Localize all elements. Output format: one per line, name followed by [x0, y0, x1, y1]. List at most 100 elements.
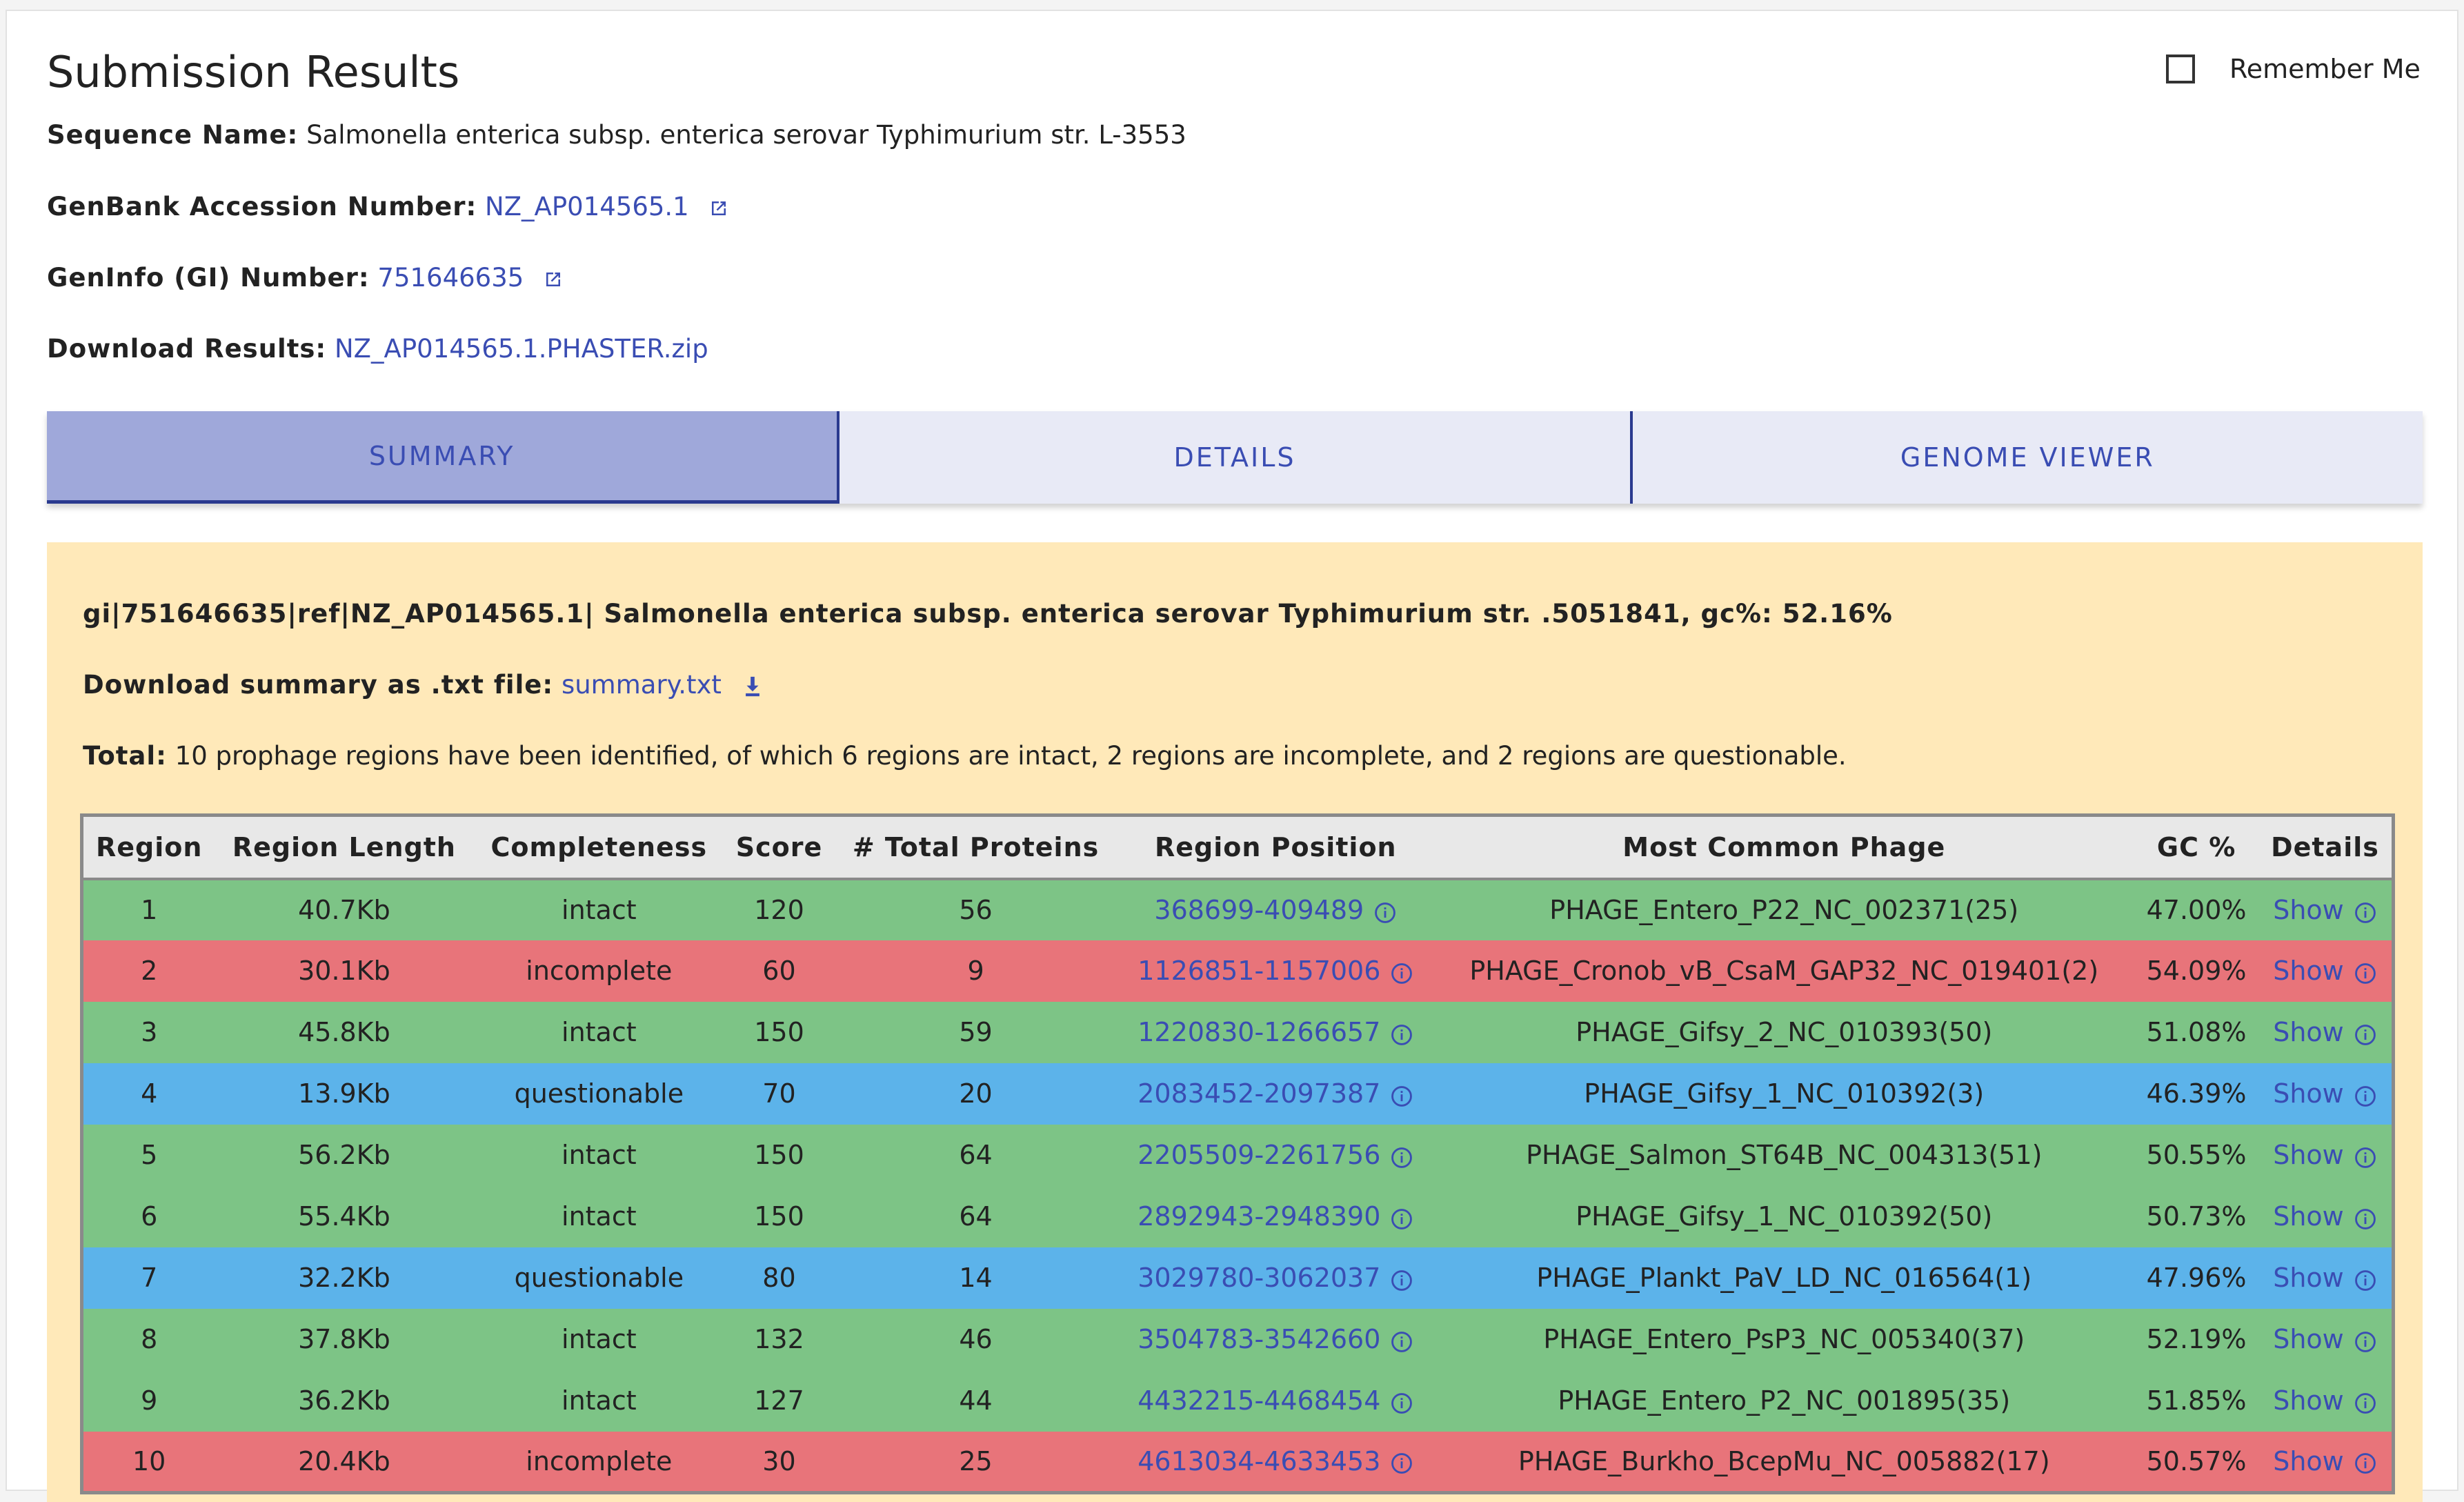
table-row: 8 37.8Kb intact 132 46 3504783-3542660 PHAGE_E… — [81, 1308, 2394, 1370]
col-most-common-phage[interactable]: Most Common Phage — [1433, 815, 2135, 880]
show-details-link[interactable]: Show — [2273, 1078, 2344, 1109]
col-completeness[interactable]: Completeness — [473, 815, 725, 880]
show-details-link[interactable]: Show — [2273, 1201, 2344, 1232]
col-region-length[interactable]: Region Length — [215, 815, 474, 880]
region-position-cell[interactable]: 368699-409489 — [1117, 879, 1433, 940]
show-details-link[interactable]: Show — [2273, 1017, 2344, 1047]
download-icon[interactable] — [742, 675, 763, 698]
show-details-link[interactable]: Show — [2273, 895, 2344, 925]
region-position-cell[interactable]: 2205509-2261756 — [1117, 1125, 1433, 1186]
region-position-cell[interactable]: 3029780-3062037 — [1117, 1247, 1433, 1309]
region-position-link[interactable]: 3029780-3062037 — [1137, 1263, 1380, 1293]
gi-link[interactable]: 751646635 — [377, 263, 524, 293]
info-circle-icon[interactable] — [1390, 1084, 1413, 1107]
info-circle-icon[interactable] — [1390, 1391, 1413, 1414]
info-circle-icon[interactable] — [2354, 1022, 2377, 1046]
gc-cell: 50.57% — [2146, 1445, 2247, 1476]
region-position-link[interactable]: 4613034-4633453 — [1137, 1446, 1380, 1476]
col-region-position[interactable]: Region Position — [1117, 815, 1434, 880]
summary-download-link[interactable]: summary.txt — [562, 670, 722, 700]
col-region[interactable]: Region — [81, 815, 215, 880]
summary-total-row: Total: 10 prophage regions have been ide… — [83, 741, 1847, 771]
tab-details[interactable]: DETAILS — [839, 411, 1633, 504]
region-position-link[interactable]: 368699-409489 — [1154, 895, 1364, 925]
details-cell[interactable]: Show — [2258, 1186, 2394, 1247]
remember-me[interactable]: Remember Me — [2166, 54, 2421, 84]
score-cell: 30 — [762, 1445, 796, 1476]
region-position-link[interactable]: 2083452-2097387 — [1137, 1078, 1380, 1109]
region-position-cell[interactable]: 4432215-4468454 — [1117, 1370, 1433, 1432]
info-circle-icon[interactable] — [2354, 1451, 2377, 1474]
col-gc[interactable]: GC % — [2134, 815, 2258, 880]
info-circle-icon[interactable] — [1390, 1145, 1413, 1169]
details-cell[interactable]: Show — [2258, 940, 2394, 1002]
region-position-link[interactable]: 4432215-4468454 — [1137, 1385, 1380, 1416]
info-circle-icon[interactable] — [1390, 1022, 1413, 1046]
sequence-name-label: Sequence Name: — [47, 120, 299, 150]
col-total-proteins[interactable]: # Total Proteins — [833, 815, 1118, 880]
details-cell[interactable]: Show — [2258, 1309, 2394, 1370]
info-circle-icon[interactable] — [1373, 900, 1397, 924]
region-position-cell[interactable]: 1220830-1266657 — [1117, 1002, 1433, 1063]
info-circle-icon[interactable] — [2354, 900, 2377, 924]
tab-genome-viewer[interactable]: GENOME VIEWER — [1632, 411, 2423, 504]
details-cell[interactable]: Show — [2258, 1125, 2394, 1186]
info-circle-icon[interactable] — [2354, 1391, 2377, 1414]
info-circle-icon[interactable] — [2354, 1084, 2377, 1107]
info-circle-icon[interactable] — [1390, 961, 1413, 985]
show-details-link[interactable]: Show — [2273, 1385, 2344, 1416]
completeness-cell: intact — [562, 1140, 637, 1170]
region-position-cell[interactable]: 1126851-1157006 — [1117, 940, 1433, 1002]
gi-label: GenInfo (GI) Number: — [47, 263, 370, 293]
region-position-cell[interactable]: 3504783-3542660 — [1117, 1309, 1433, 1370]
completeness-cell: incomplete — [526, 956, 673, 986]
details-cell[interactable]: Show — [2258, 879, 2394, 940]
info-circle-icon[interactable] — [2354, 1330, 2377, 1353]
download-results-link[interactable]: NZ_AP014565.1.PHASTER.zip — [335, 334, 708, 364]
region-cell: 9 — [141, 1385, 158, 1416]
info-circle-icon[interactable] — [2354, 1268, 2377, 1292]
phage-cell: PHAGE_Gifsy_2_NC_010393(50) — [1576, 1017, 1993, 1047]
show-details-link[interactable]: Show — [2273, 956, 2344, 986]
tab-summary[interactable]: SUMMARY — [47, 411, 840, 504]
region-position-cell[interactable]: 2083452-2097387 — [1117, 1063, 1433, 1125]
region-position-link[interactable]: 2205509-2261756 — [1137, 1140, 1380, 1170]
info-circle-icon[interactable] — [1390, 1268, 1413, 1292]
info-circle-icon[interactable] — [1390, 1207, 1413, 1230]
remember-me-checkbox[interactable] — [2166, 55, 2195, 83]
download-results-label: Download Results: — [47, 334, 327, 364]
details-cell[interactable]: Show — [2258, 1247, 2394, 1309]
external-link-icon[interactable] — [708, 198, 729, 219]
info-circle-icon[interactable] — [2354, 961, 2377, 985]
col-details[interactable]: Details — [2258, 815, 2394, 880]
region-position-link[interactable]: 2892943-2948390 — [1137, 1201, 1380, 1232]
results-card: Submission Results Remember Me Sequence … — [6, 10, 2458, 1502]
proteins-cell: 64 — [959, 1140, 993, 1170]
region-position-link[interactable]: 1220830-1266657 — [1137, 1017, 1380, 1047]
show-details-link[interactable]: Show — [2273, 1324, 2344, 1354]
details-cell[interactable]: Show — [2258, 1432, 2394, 1493]
external-link-icon[interactable] — [543, 269, 564, 290]
region-position-cell[interactable]: 4613034-4633453 — [1117, 1432, 1433, 1493]
sequence-name-value: Salmonella enterica subsp. enterica sero… — [306, 120, 1186, 150]
proteins-cell: 20 — [959, 1078, 993, 1109]
completeness-cell: intact — [562, 1385, 637, 1416]
info-circle-icon[interactable] — [1390, 1330, 1413, 1353]
info-circle-icon[interactable] — [2354, 1207, 2377, 1230]
score-cell: 60 — [762, 956, 796, 986]
region-position-link[interactable]: 3504783-3542660 — [1137, 1324, 1380, 1354]
remember-me-label[interactable]: Remember Me — [2229, 54, 2421, 84]
region-position-link[interactable]: 1126851-1157006 — [1137, 956, 1380, 986]
col-score[interactable]: Score — [724, 815, 834, 880]
genbank-link[interactable]: NZ_AP014565.1 — [485, 192, 689, 221]
show-details-link[interactable]: Show — [2273, 1446, 2344, 1476]
show-details-link[interactable]: Show — [2273, 1263, 2344, 1293]
details-cell[interactable]: Show — [2258, 1002, 2394, 1063]
show-details-link[interactable]: Show — [2273, 1140, 2344, 1170]
region-length-cell: 32.2Kb — [298, 1263, 390, 1293]
info-circle-icon[interactable] — [1390, 1451, 1413, 1474]
details-cell[interactable]: Show — [2258, 1063, 2394, 1125]
region-position-cell[interactable]: 2892943-2948390 — [1117, 1186, 1433, 1247]
details-cell[interactable]: Show — [2258, 1370, 2394, 1432]
info-circle-icon[interactable] — [2354, 1145, 2377, 1169]
